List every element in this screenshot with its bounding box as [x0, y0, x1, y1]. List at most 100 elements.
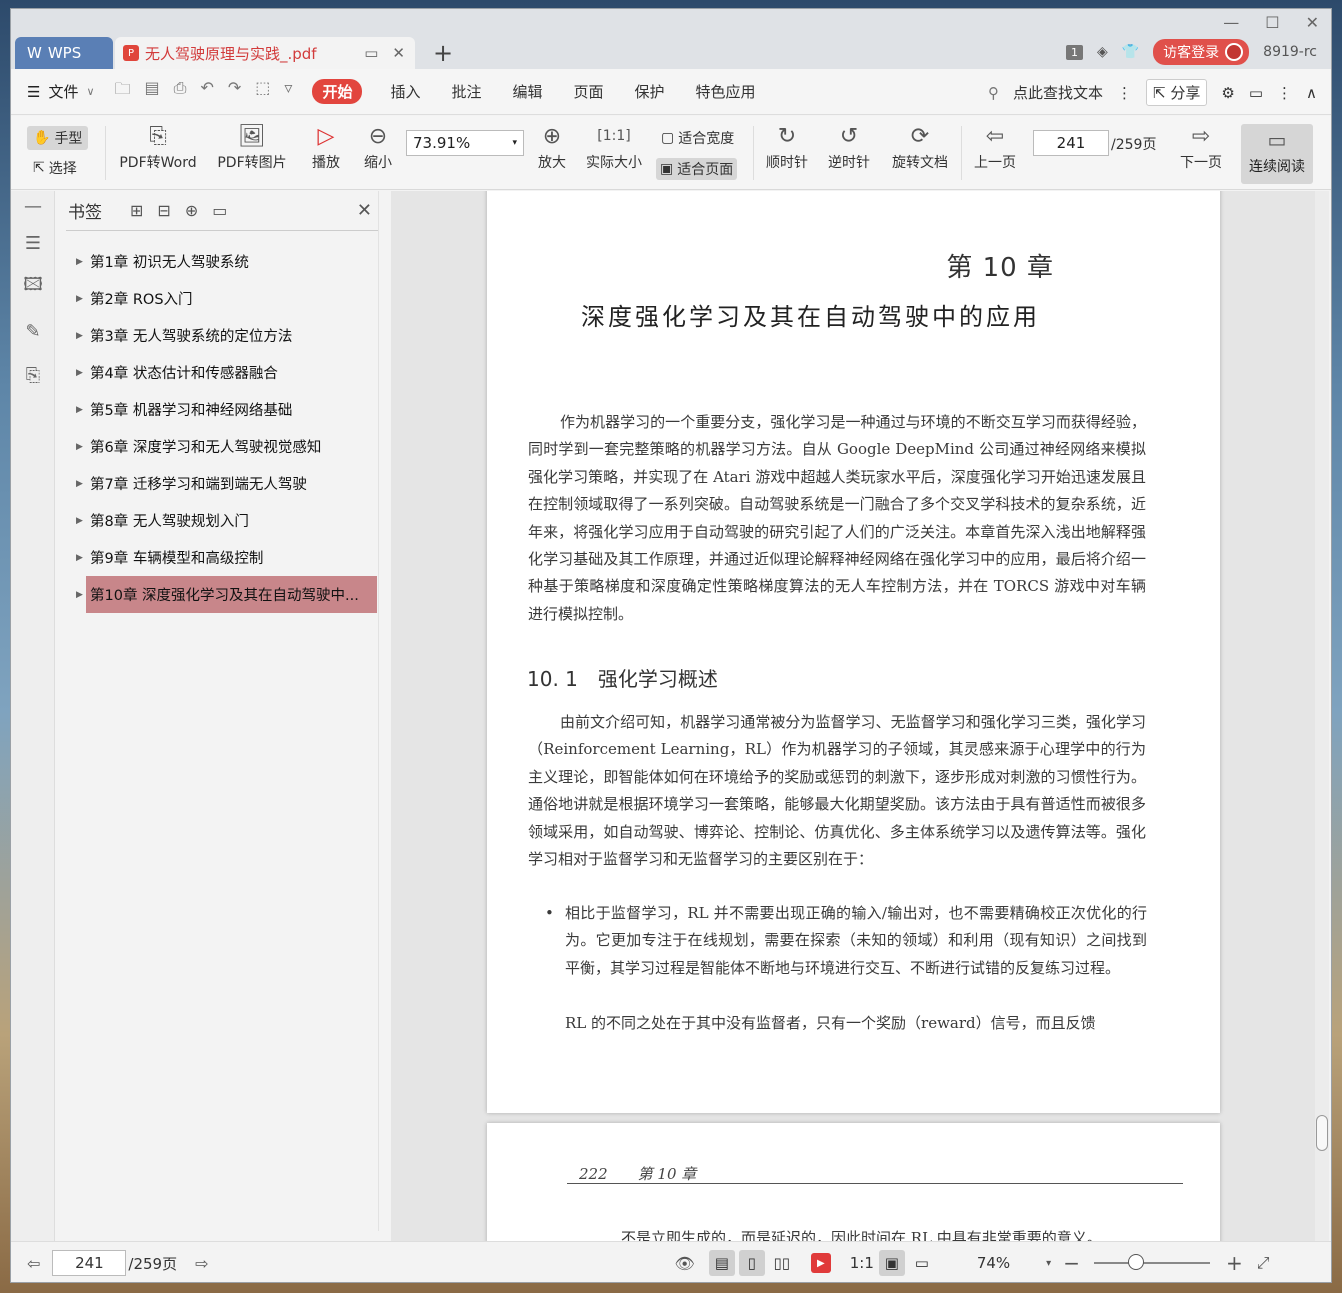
share-button[interactable]: ⇱ 分享	[1146, 79, 1208, 106]
page-number-input[interactable]: 241	[1033, 130, 1109, 156]
fit-width-icon[interactable]: ▭	[909, 1250, 935, 1276]
next-page-button[interactable]: ⇨ 下一页	[1175, 120, 1227, 172]
bookmark-item[interactable]: ▶ 第2章 ROS入门	[66, 280, 378, 317]
bookmark-item[interactable]: ▶ 第8章 无人驾驶规划入门	[66, 502, 378, 539]
continuous-view-icon[interactable]: ▤	[708, 1250, 735, 1276]
redo-icon[interactable]: ↷	[228, 78, 241, 105]
next-page-arrow-icon[interactable]: ⇨	[195, 1254, 208, 1273]
login-button[interactable]: 访客登录	[1153, 39, 1250, 65]
expand-arrow-icon[interactable]: ▶	[76, 516, 83, 526]
more-options-icon[interactable]: ⋮	[1277, 84, 1292, 102]
minimize-icon[interactable]: —	[1223, 13, 1239, 32]
menu-insert[interactable]: 插入	[390, 81, 420, 102]
prev-page-arrow-icon[interactable]: ⇦	[27, 1254, 40, 1273]
bookmark-item[interactable]: ▶ 第1章 初识无人驾驶系统	[66, 243, 378, 280]
zoom-plus-icon[interactable]: +	[1226, 1251, 1243, 1275]
play-slideshow-icon[interactable]: ▶	[810, 1253, 831, 1273]
save-icon[interactable]: ▤	[145, 78, 160, 105]
expand-arrow-icon[interactable]: ▶	[76, 331, 83, 341]
hand-tool-button[interactable]: ✋ 手型	[27, 126, 89, 150]
search-panel-icon[interactable]: ⎘	[11, 353, 55, 397]
expand-arrow-icon[interactable]: ▶	[76, 294, 83, 304]
zoom-out-button[interactable]: ⊖ 缩小	[357, 120, 399, 172]
actual-size-icon[interactable]: 1:1	[849, 1250, 875, 1276]
pdf-to-word-button[interactable]: ⎘ PDF转Word	[113, 120, 203, 172]
menu-start[interactable]: 开始	[312, 79, 363, 104]
shirt-icon[interactable]: 👕	[1122, 44, 1139, 60]
expand-arrow-icon[interactable]: ▶	[76, 368, 83, 378]
actual-size-button[interactable]: [1:1] 实际大小	[581, 120, 647, 172]
menu-edit[interactable]: 编辑	[513, 81, 543, 102]
rotate-clockwise-button[interactable]: ↻ 顺时针	[761, 120, 813, 172]
menu-page[interactable]: 页面	[574, 81, 604, 102]
close-tab-icon[interactable]: ✕	[392, 44, 405, 62]
print-icon[interactable]: ⎙	[174, 78, 187, 105]
annotation-panel-icon[interactable]: ✎	[11, 309, 55, 353]
zoom-slider[interactable]	[1093, 1254, 1210, 1270]
two-page-view-icon[interactable]: ▯▯	[769, 1250, 795, 1276]
zoom-minus-icon[interactable]: −	[1063, 1251, 1080, 1275]
document-tab[interactable]: P 无人驾驶原理与实践_.pdf ▭ ✕	[115, 37, 415, 69]
pdf-to-image-button[interactable]: 🖼 PDF转图片	[211, 120, 293, 172]
close-window-icon[interactable]: ✕	[1306, 13, 1319, 32]
new-tab-button[interactable]: +	[433, 39, 453, 67]
bookmark-item[interactable]: ▶ 第9章 车辆模型和高级控制	[66, 539, 378, 576]
menu-annotate[interactable]: 批注	[451, 81, 481, 102]
expand-all-icon[interactable]: ⊞	[130, 201, 143, 220]
expand-arrow-icon[interactable]: ▶	[76, 479, 83, 489]
fit-page-button[interactable]: ▣ 适合页面	[656, 158, 738, 180]
bookmark-item[interactable]: ▶ 第3章 无人驾驶系统的定位方法	[66, 317, 378, 354]
zoom-dropdown-icon[interactable]: ▾	[1046, 1258, 1051, 1269]
menu-special[interactable]: 特色应用	[696, 81, 756, 102]
bookmark-item[interactable]: ▶ 第4章 状态估计和传感器融合	[66, 354, 378, 391]
fullscreen-icon[interactable]: ⤢	[1257, 1253, 1270, 1273]
add-bookmark-icon[interactable]: ⊕	[185, 201, 198, 220]
bookmark-item[interactable]: ▶ 第7章 迁移学习和端到端无人驾驶	[66, 465, 378, 502]
continuous-read-button[interactable]: ▭ 连续阅读	[1241, 124, 1313, 184]
eye-protection-icon[interactable]: 👁	[675, 1254, 695, 1273]
collapse-ribbon-icon[interactable]: ∧	[1306, 84, 1317, 102]
expand-arrow-icon[interactable]: ▶	[76, 257, 83, 267]
vertical-scrollbar[interactable]	[1315, 191, 1329, 1241]
bookmark-item[interactable]: ▶ 第6章 深度学习和无人驾驶视觉感知	[66, 428, 378, 465]
expand-arrow-icon[interactable]: ▶	[76, 442, 83, 452]
window-count-badge[interactable]: 1	[1065, 44, 1083, 60]
collapse-handle-icon[interactable]: —	[11, 191, 55, 221]
expand-arrow-icon[interactable]: ▶	[76, 590, 83, 600]
zoom-select[interactable]: 73.91% ▾	[406, 130, 524, 156]
fit-page-icon[interactable]: ▣	[878, 1250, 905, 1276]
thumbnail-panel-icon[interactable]: 🖾	[11, 265, 55, 309]
play-button[interactable]: ▷ 播放	[305, 120, 347, 172]
collapse-all-icon[interactable]: ⊟	[157, 201, 170, 220]
single-page-view-icon[interactable]: ▯	[738, 1250, 765, 1276]
bookmark-item[interactable]: ▶ 第5章 机器学习和神经网络基础	[66, 391, 378, 428]
more-vertical-icon[interactable]: ⋮	[1117, 84, 1132, 102]
previous-page-button[interactable]: ⇦ 上一页	[969, 120, 1021, 172]
search-text-field[interactable]: 点此查找文本	[1013, 82, 1103, 103]
menu-protect[interactable]: 保护	[635, 81, 665, 102]
pin-tab-icon[interactable]: ▭	[364, 44, 378, 62]
file-menu[interactable]: ☰ 文件 ∨	[27, 81, 95, 102]
settings-gear-icon[interactable]: ⚙	[1221, 84, 1234, 102]
fit-width-button[interactable]: ▢ 适合宽度	[661, 128, 734, 148]
maximize-icon[interactable]: ☐	[1265, 13, 1279, 32]
expand-arrow-icon[interactable]: ▶	[76, 405, 83, 415]
open-folder-icon[interactable]: 🗀	[115, 78, 131, 105]
rotate-counterclockwise-button[interactable]: ↺ 逆时针	[823, 120, 875, 172]
zoom-slider-knob[interactable]	[1127, 1254, 1144, 1270]
zoom-percentage[interactable]: 74%	[977, 1254, 1010, 1272]
more-dropdown-icon[interactable]: ▿	[284, 78, 292, 105]
bookmark-options-icon[interactable]: ▭	[212, 201, 227, 220]
scrollbar-thumb[interactable]	[1316, 1115, 1328, 1151]
close-panel-icon[interactable]: ✕	[357, 200, 372, 221]
expand-arrow-icon[interactable]: ▶	[76, 553, 83, 563]
rotate-document-button[interactable]: ⟳ 旋转文档	[887, 120, 953, 172]
skin-icon[interactable]: ◈	[1097, 44, 1108, 60]
undo-icon[interactable]: ↶	[200, 78, 213, 105]
wps-home-tab[interactable]: W WPS	[15, 37, 113, 69]
document-viewer[interactable]: 第 10 章 深度强化学习及其在自动驾驶中的应用 作为机器学习的一个重要分支，强…	[391, 191, 1315, 1241]
comment-icon[interactable]: ▭	[1249, 84, 1263, 102]
bookmark-item-selected[interactable]: ▶ 第10章 深度强化学习及其在自动驾驶中...	[66, 576, 378, 613]
zoom-in-button[interactable]: ⊕ 放大	[531, 120, 573, 172]
select-tool-button[interactable]: ⇱ 选择	[33, 158, 77, 178]
